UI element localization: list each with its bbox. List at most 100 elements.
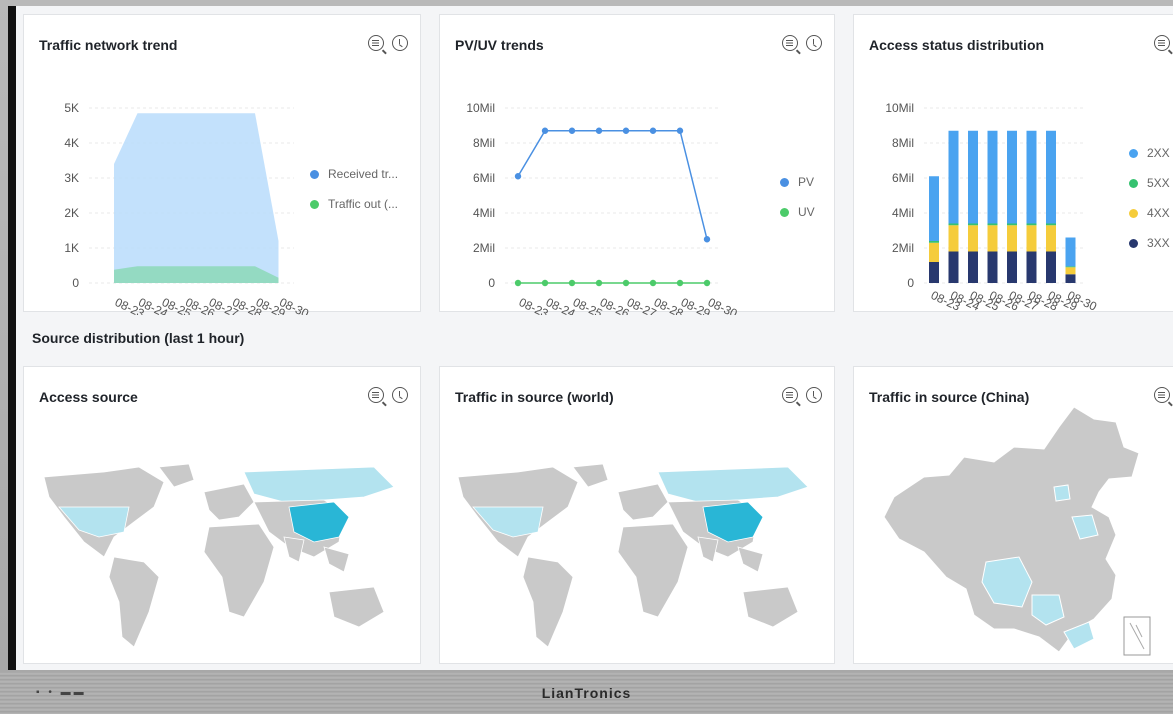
y-tick-label: 8Mil: [892, 136, 914, 150]
bar-segment: [1026, 251, 1037, 283]
pvuv-card: PV/UV trends 0 2Mil 4Mil 6Mil 8Mil 10Mil 08-23…: [439, 14, 835, 315]
data-point: [676, 127, 684, 134]
zoom-icon[interactable]: [1154, 35, 1170, 51]
y-tick-label: 3K: [64, 171, 79, 185]
card-tools: [782, 35, 822, 51]
y-tick-label: 10Mil: [466, 101, 495, 115]
bar-segment: [948, 130, 959, 224]
bar-segment: [948, 225, 959, 252]
area-series: [114, 113, 279, 283]
bar-segment: [1046, 130, 1056, 224]
y-tick-label: 0: [72, 276, 79, 290]
zoom-icon[interactable]: [782, 35, 798, 51]
south-east-asia-region: [737, 546, 764, 573]
status-bar-chart: 0 2Mil 4Mil 6Mil 8Mil 10Mil 08-23 08-24 08-25 08-…: [854, 83, 1173, 315]
y-tick-label: 8Mil: [473, 136, 495, 150]
status-bar-svg: 02Mil4Mil6Mil8Mil10Mil08-2308-2408-2508-…: [885, 101, 1099, 314]
bar-segment: [1007, 251, 1017, 283]
zoom-icon[interactable]: [368, 35, 384, 51]
legend-swatch: [310, 199, 319, 209]
bar-segment: [948, 223, 959, 226]
bar-segment: [929, 262, 939, 283]
legend-swatch: [1129, 178, 1138, 188]
legend-item[interactable]: 5XX: [1129, 176, 1170, 190]
australia-region: [328, 586, 385, 628]
legend-item[interactable]: Traffic out (...: [310, 197, 398, 211]
legend-label: 3XX: [1147, 236, 1170, 250]
y-tick-label: 6Mil: [892, 171, 914, 185]
bar-segment: [1026, 223, 1037, 226]
y-tick-label: 6Mil: [473, 171, 495, 185]
legend-item[interactable]: 3XX: [1129, 236, 1170, 250]
bar-segment: [1065, 267, 1076, 275]
card-title: Access status distribution: [869, 37, 1045, 53]
bar-segment: [1046, 251, 1056, 283]
china-landmass: [883, 406, 1140, 653]
chart-legend: PV UV: [780, 175, 815, 235]
traffic-world-card: Traffic in source (world): [439, 366, 835, 664]
bar-segment: [929, 241, 939, 243]
card-title: Traffic network trend: [39, 37, 178, 53]
y-tick-label: 1K: [64, 241, 79, 255]
y-tick-label: 10Mil: [885, 101, 914, 115]
y-tick-label: 4K: [64, 136, 79, 150]
y-tick-label: 4Mil: [473, 206, 495, 220]
data-point: [622, 279, 630, 287]
legend-label: UV: [798, 205, 815, 219]
data-point: [514, 279, 522, 287]
card-tools: [1154, 35, 1173, 51]
pvuv-line-svg: 02Mil4Mil6Mil8Mil10Mil08-2308-2408-2508-…: [466, 101, 740, 315]
legend-label: PV: [798, 175, 815, 189]
legend-label: Received tr...: [328, 167, 399, 181]
bar-segment: [929, 242, 939, 262]
legend-swatch: [310, 169, 319, 179]
dashboard-screen: Traffic network trend 0 1K 2K 3K 4K 5K 08-23 08…: [8, 6, 1173, 670]
legend-swatch: [1129, 148, 1138, 158]
traffic-china-card: Traffic in source (China): [853, 366, 1173, 664]
section-title: Source distribution (last 1 hour): [32, 330, 245, 346]
access-source-card: Access source: [23, 366, 421, 664]
bar-segment: [987, 225, 998, 252]
legend-label: 5XX: [1147, 176, 1170, 190]
area-series: [114, 266, 279, 283]
legend-swatch: [780, 207, 789, 217]
y-tick-label: 0: [488, 276, 495, 290]
legend-item[interactable]: 2XX: [1129, 146, 1170, 160]
pvuv-line-chart: 0 2Mil 4Mil 6Mil 8Mil 10Mil 08-23 08-24 08-25 08-…: [440, 83, 834, 315]
data-point: [568, 279, 576, 287]
legend-item[interactable]: 4XX: [1129, 206, 1170, 220]
brand-logo: LianTronics: [541, 685, 632, 701]
europe-region: [203, 483, 255, 521]
bar-segment: [1026, 130, 1037, 224]
status-card: Access status distribution 0 2Mil 4Mil 6Mil…: [853, 14, 1173, 315]
legend-item[interactable]: Received tr...: [310, 167, 398, 181]
legend-item[interactable]: UV: [780, 205, 815, 219]
legend-item[interactable]: PV: [780, 175, 815, 189]
data-point: [514, 173, 522, 180]
data-point: [541, 279, 549, 287]
legend-swatch: [1129, 238, 1138, 248]
india-region: [697, 536, 719, 563]
data-point: [676, 279, 684, 287]
chart-legend: 2XX 5XX 4XX 3XX: [1129, 146, 1170, 266]
data-point: [649, 127, 657, 134]
traffic-trend-card: Traffic network trend 0 1K 2K 3K 4K 5K 08-23 08…: [23, 14, 421, 315]
china-map: [883, 406, 1151, 656]
x-tick-label: 08-30: [706, 295, 740, 315]
data-point: [595, 127, 603, 134]
clock-icon[interactable]: [806, 35, 822, 51]
india-region: [283, 536, 305, 563]
bar-segment: [1007, 130, 1017, 224]
clock-icon[interactable]: [392, 35, 408, 51]
china-region-highlight: [1053, 484, 1071, 502]
bar-segment: [1046, 223, 1056, 226]
bar-segment: [1046, 225, 1056, 252]
data-point: [568, 127, 576, 134]
world-map: [457, 463, 809, 648]
greenland-region: [572, 463, 609, 488]
africa-region: [203, 523, 275, 618]
bar-segment: [987, 223, 998, 226]
bar-segment: [968, 223, 978, 226]
bar-segment: [948, 251, 959, 283]
data-point: [541, 127, 549, 134]
